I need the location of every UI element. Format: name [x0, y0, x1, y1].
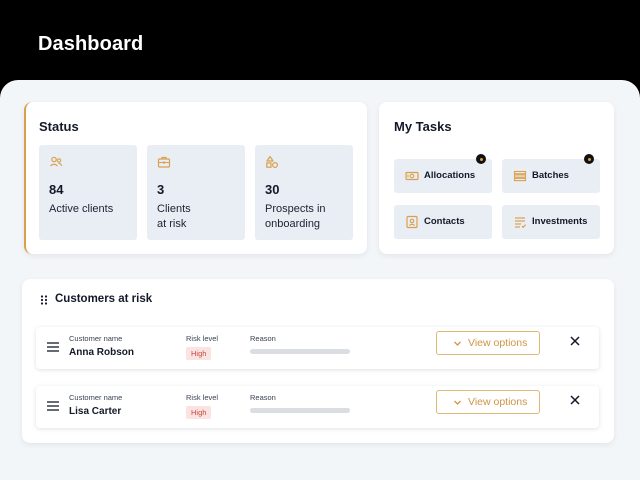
clients-at-risk-value: 3 [157, 182, 165, 197]
risk-level-header: Risk level [186, 334, 219, 343]
tasks-title: My Tasks [394, 119, 452, 134]
table-row: Customer name Anna Robson Risk level Hig… [36, 327, 599, 369]
risk-level-badge: High [186, 347, 212, 360]
task-contacts-button[interactable]: Contacts [394, 205, 492, 239]
drag-handle-icon[interactable] [40, 295, 48, 305]
briefcase-icon [157, 156, 171, 168]
view-options-button[interactable]: View options [436, 331, 540, 355]
view-options-button[interactable]: View options [436, 390, 540, 414]
task-allocations-label: Allocations [424, 170, 476, 181]
page-title: Dashboard [38, 33, 144, 55]
prospects-value: 30 [265, 182, 280, 197]
customer-name-header: Customer name [69, 334, 123, 343]
clients-at-risk-label: Clients at risk [157, 203, 191, 230]
customer-name-header: Customer name [69, 393, 123, 402]
close-icon[interactable] [570, 395, 580, 405]
reason-header: Reason [250, 393, 276, 402]
customers-at-risk-title: Customers at risk [55, 293, 153, 305]
shapes-icon [266, 155, 279, 169]
task-allocations-button[interactable]: Allocations [394, 154, 492, 193]
menu-icon[interactable] [47, 342, 59, 352]
reason-header: Reason [250, 334, 276, 343]
reason-placeholder [250, 408, 350, 413]
close-icon[interactable] [570, 336, 580, 346]
task-investments-label: Investments [532, 216, 588, 227]
task-investments-button[interactable]: Investments [502, 205, 600, 239]
risk-level-badge: High [186, 406, 212, 419]
chevron-down-icon [454, 341, 461, 346]
users-icon [50, 156, 63, 167]
prospects-label: Prospects in onboarding [265, 203, 326, 230]
view-options-label: View options [468, 337, 528, 349]
menu-icon[interactable] [47, 401, 59, 411]
reason-placeholder [250, 349, 350, 354]
money-icon [405, 171, 419, 181]
task-contacts-label: Contacts [424, 216, 465, 227]
risk-level-header: Risk level [186, 393, 219, 402]
active-clients-value: 84 [49, 182, 64, 197]
task-batches-label: Batches [532, 170, 569, 181]
notification-badge [584, 154, 594, 164]
contact-card-icon [406, 215, 418, 229]
table-row: Customer name Lisa Carter Risk level Hig… [36, 386, 599, 428]
chevron-down-icon [454, 400, 461, 405]
task-batches-button[interactable]: Batches [502, 154, 600, 193]
document-icon [515, 217, 527, 229]
customer-name: Lisa Carter [69, 406, 122, 417]
status-title: Status [39, 119, 79, 134]
stat-tile-active-clients[interactable]: 84 Active clients [39, 145, 137, 240]
customer-name: Anna Robson [69, 347, 134, 358]
stat-tile-clients-at-risk[interactable]: 3 Clients at risk [147, 145, 245, 240]
stat-tile-prospects-onboarding[interactable]: 30 Prospects in onboarding [255, 145, 353, 240]
notification-badge [476, 154, 486, 164]
view-options-label: View options [468, 396, 528, 408]
stack-icon [513, 170, 527, 182]
active-clients-label: Active clients [49, 203, 114, 215]
